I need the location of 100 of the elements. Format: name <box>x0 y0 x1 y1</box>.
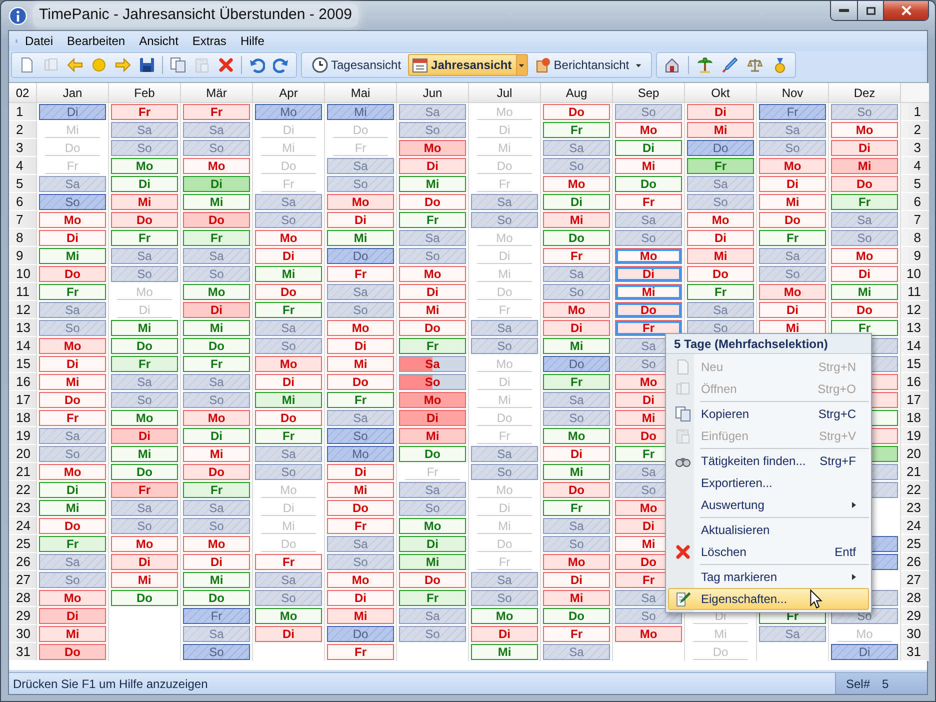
day-cell[interactable]: Mi <box>327 608 394 624</box>
day-cell[interactable]: Sa <box>471 572 538 588</box>
day-cell[interactable]: Do <box>39 644 106 660</box>
day-cell[interactable]: Do <box>183 590 250 606</box>
day-cell[interactable]: Do <box>399 572 466 588</box>
day-cell[interactable]: Sa <box>255 572 322 588</box>
day-cell[interactable]: Di <box>399 284 466 300</box>
day-cell[interactable]: Sa <box>111 374 178 390</box>
day-cell[interactable] <box>871 374 898 390</box>
day-cell[interactable]: Di <box>759 302 826 318</box>
day-cell[interactable]: Sa <box>543 140 610 156</box>
day-cell[interactable]: Mi <box>111 194 178 210</box>
day-cell[interactable]: Mi <box>471 644 538 660</box>
day-cell[interactable]: Do <box>111 338 178 354</box>
day-cell[interactable]: Mi <box>831 158 898 174</box>
day-cell[interactable]: So <box>39 320 106 336</box>
day-cell[interactable]: Mi <box>615 284 682 300</box>
minimize-button[interactable] <box>831 1 858 20</box>
day-cell[interactable]: So <box>327 176 394 192</box>
day-cell[interactable]: So <box>327 554 394 570</box>
day-cell[interactable]: Mi <box>327 104 394 120</box>
day-cell[interactable]: Sa <box>183 122 250 138</box>
day-cell[interactable]: So <box>183 392 250 408</box>
month-header[interactable]: Mär <box>181 83 253 103</box>
day-cell[interactable]: Mi <box>327 356 394 372</box>
day-cell[interactable]: Fr <box>327 392 394 408</box>
day-cell[interactable]: Sa <box>759 122 826 138</box>
day-cell[interactable]: Di <box>327 464 394 480</box>
day-cell[interactable]: Do <box>39 518 106 534</box>
day-cell[interactable]: So <box>183 518 250 534</box>
day-cell[interactable]: Sa <box>759 248 826 264</box>
day-cell[interactable]: Sa <box>39 554 106 570</box>
day-cell[interactable]: Mi <box>39 626 106 642</box>
day-cell[interactable]: Sa <box>111 500 178 516</box>
day-cell[interactable]: Sa <box>183 374 250 390</box>
day-cell[interactable]: Di <box>327 590 394 606</box>
view-button[interactable]: Tagesansicht <box>309 55 404 75</box>
day-cell[interactable]: Do <box>543 104 610 120</box>
day-cell[interactable]: Sa <box>399 356 466 372</box>
day-cell[interactable]: So <box>111 518 178 534</box>
day-cell[interactable]: Mo <box>327 320 394 336</box>
day-cell[interactable]: Do <box>327 374 394 390</box>
day-cell[interactable]: Mi <box>183 446 250 462</box>
day-cell[interactable]: Sa <box>39 302 106 318</box>
day-cell[interactable]: Do <box>831 176 898 192</box>
day-cell[interactable]: Do <box>687 266 754 282</box>
day-cell[interactable]: Mo <box>543 554 610 570</box>
day-cell[interactable]: So <box>543 284 610 300</box>
day-cell[interactable]: Di <box>39 482 106 498</box>
day-cell[interactable]: Di <box>543 572 610 588</box>
day-cell[interactable]: So <box>327 428 394 444</box>
day-cell[interactable]: Mi <box>327 482 394 498</box>
menu-item[interactable]: Ansicht <box>132 32 186 50</box>
day-cell[interactable]: Di <box>255 374 322 390</box>
day-cell[interactable]: So <box>543 410 610 426</box>
day-cell[interactable]: Di <box>183 428 250 444</box>
day-cell[interactable] <box>871 482 898 498</box>
day-cell[interactable]: Sa <box>255 194 322 210</box>
day-cell[interactable]: Mi <box>39 248 106 264</box>
close-button[interactable] <box>884 1 928 20</box>
day-cell[interactable]: Do <box>183 464 250 480</box>
day-cell[interactable]: Fr <box>399 338 466 354</box>
menu-item[interactable]: Datei <box>18 32 60 50</box>
day-cell[interactable]: Mi <box>39 500 106 516</box>
day-cell[interactable] <box>871 446 898 462</box>
day-cell[interactable]: Fr <box>687 158 754 174</box>
day-cell[interactable]: Sa <box>399 608 466 624</box>
day-cell[interactable]: So <box>471 212 538 228</box>
day-cell[interactable]: Sa <box>39 176 106 192</box>
day-cell[interactable]: Di <box>39 104 106 120</box>
day-cell[interactable]: Di <box>615 266 682 282</box>
day-cell[interactable]: Mi <box>327 230 394 246</box>
month-header[interactable]: Jun <box>397 83 469 103</box>
day-cell[interactable]: Do <box>543 356 610 372</box>
day-cell[interactable]: Sa <box>687 302 754 318</box>
menu-item[interactable]: Extras <box>185 32 234 50</box>
day-cell[interactable]: Fr <box>183 104 250 120</box>
day-cell[interactable]: Mi <box>543 338 610 354</box>
day-cell[interactable]: Fr <box>687 284 754 300</box>
day-cell[interactable]: Di <box>39 608 106 624</box>
day-cell[interactable]: Mi <box>399 302 466 318</box>
day-cell[interactable]: So <box>255 338 322 354</box>
toolbar-button[interactable] <box>169 55 187 75</box>
day-cell[interactable]: Fr <box>831 194 898 210</box>
day-cell[interactable]: Di <box>111 176 178 192</box>
day-cell[interactable]: Mi <box>183 572 250 588</box>
day-cell[interactable]: Sa <box>543 518 610 534</box>
day-cell[interactable]: Mi <box>111 572 178 588</box>
day-cell[interactable]: Fr <box>183 356 250 372</box>
day-cell[interactable]: Do <box>39 392 106 408</box>
day-cell[interactable]: Mo <box>327 194 394 210</box>
day-cell[interactable]: Mi <box>399 176 466 192</box>
day-cell[interactable]: Di <box>111 554 178 570</box>
day-cell[interactable]: Fr <box>183 230 250 246</box>
day-cell[interactable]: Mi <box>255 392 322 408</box>
day-cell[interactable] <box>871 428 898 444</box>
month-header[interactable]: Dez <box>829 83 901 103</box>
day-cell[interactable]: Mi <box>111 446 178 462</box>
day-cell[interactable]: Di <box>399 410 466 426</box>
day-cell[interactable]: Do <box>399 446 466 462</box>
